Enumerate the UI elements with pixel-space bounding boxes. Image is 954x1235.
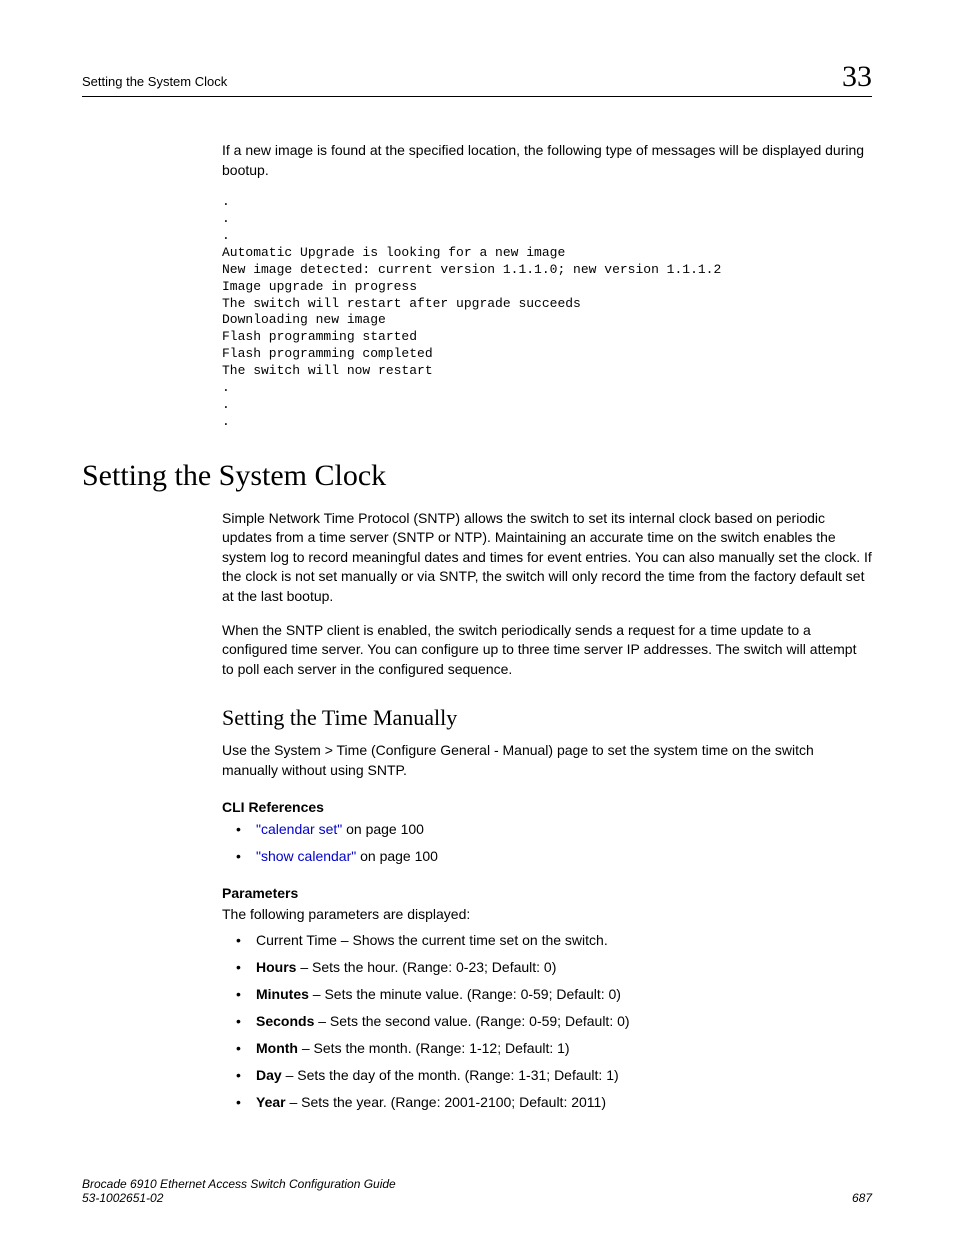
section-paragraph-1: Simple Network Time Protocol (SNTP) allo… <box>222 509 872 607</box>
param-name: Month <box>256 1040 298 1056</box>
list-item: Year – Sets the year. (Range: 2001-2100;… <box>236 1092 872 1113</box>
param-name: Year <box>256 1094 286 1110</box>
subsection-paragraph: Use the System > Time (Configure General… <box>222 741 872 780</box>
page-number: 687 <box>852 1191 872 1205</box>
cli-references-heading: CLI References <box>222 799 872 815</box>
param-text: – Sets the day of the month. (Range: 1-3… <box>282 1067 619 1083</box>
page-header: Setting the System Clock 33 <box>82 60 872 97</box>
list-item: "show calendar" on page 100 <box>236 846 872 867</box>
cross-ref-suffix: on page 100 <box>356 848 438 864</box>
param-text: Current Time – Shows the current time se… <box>256 932 608 948</box>
footer-doc-title: Brocade 6910 Ethernet Access Switch Conf… <box>82 1177 396 1191</box>
param-name: Seconds <box>256 1013 314 1029</box>
param-text: – Sets the minute value. (Range: 0-59; D… <box>309 986 621 1002</box>
code-block: . . . Automatic Upgrade is looking for a… <box>222 194 872 430</box>
param-text: – Sets the month. (Range: 1-12; Default:… <box>298 1040 570 1056</box>
list-item: Month – Sets the month. (Range: 1-12; De… <box>236 1038 872 1059</box>
cross-ref-link[interactable]: "calendar set" <box>256 821 342 837</box>
param-name: Minutes <box>256 986 309 1002</box>
param-text: – Sets the second value. (Range: 0-59; D… <box>314 1013 629 1029</box>
section-paragraph-2: When the SNTP client is enabled, the swi… <box>222 621 872 680</box>
list-item: Hours – Sets the hour. (Range: 0-23; Def… <box>236 957 872 978</box>
parameters-heading: Parameters <box>222 885 872 901</box>
param-name: Day <box>256 1067 282 1083</box>
list-item: Minutes – Sets the minute value. (Range:… <box>236 984 872 1005</box>
parameters-list: Current Time – Shows the current time se… <box>236 930 872 1113</box>
param-name: Hours <box>256 959 296 975</box>
list-item: Day – Sets the day of the month. (Range:… <box>236 1065 872 1086</box>
cross-ref-link[interactable]: "show calendar" <box>256 848 356 864</box>
section-heading: Setting the System Clock <box>82 459 872 493</box>
parameters-intro: The following parameters are displayed: <box>222 905 872 925</box>
subsection-heading: Setting the Time Manually <box>222 705 872 731</box>
list-item: Seconds – Sets the second value. (Range:… <box>236 1011 872 1032</box>
header-title: Setting the System Clock <box>82 74 227 89</box>
footer-left: Brocade 6910 Ethernet Access Switch Conf… <box>82 1177 396 1205</box>
cross-ref-suffix: on page 100 <box>342 821 424 837</box>
footer-doc-id: 53-1002651-02 <box>82 1191 396 1205</box>
param-text: – Sets the hour. (Range: 0-23; Default: … <box>296 959 556 975</box>
list-item: Current Time – Shows the current time se… <box>236 930 872 951</box>
list-item: "calendar set" on page 100 <box>236 819 872 840</box>
intro-paragraph: If a new image is found at the specified… <box>222 141 872 180</box>
cli-references-list: "calendar set" on page 100 "show calenda… <box>236 819 872 867</box>
page-footer: Brocade 6910 Ethernet Access Switch Conf… <box>82 1177 872 1205</box>
param-text: – Sets the year. (Range: 2001-2100; Defa… <box>286 1094 606 1110</box>
chapter-number: 33 <box>842 60 872 94</box>
